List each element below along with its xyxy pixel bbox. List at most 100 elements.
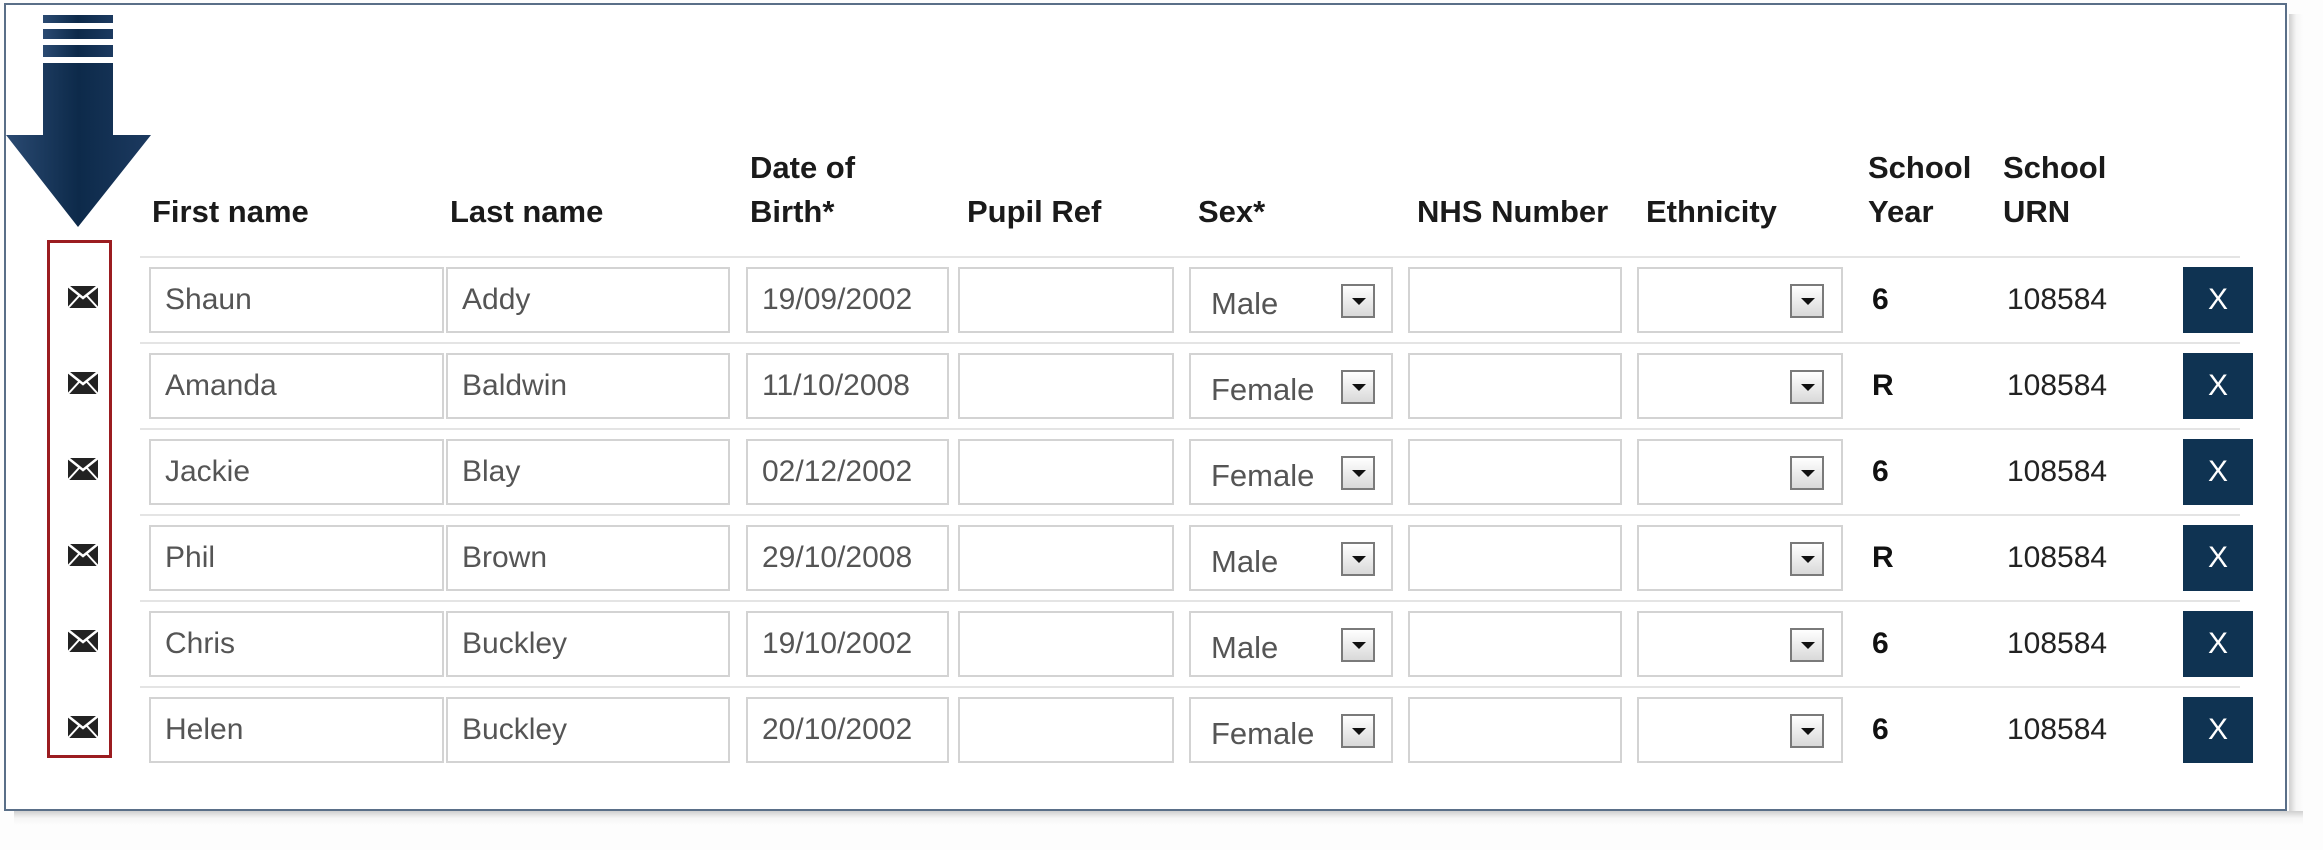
sex-select-value: Female <box>1211 372 1315 407</box>
first-name-field[interactable]: Phil <box>149 525 444 591</box>
school-year-value: R <box>1872 541 1894 574</box>
school-year-value: 6 <box>1872 455 1889 488</box>
nhs-number-field[interactable] <box>1408 697 1622 763</box>
chevron-down-icon[interactable] <box>1790 284 1824 318</box>
chevron-down-icon[interactable] <box>1341 284 1375 318</box>
ethnicity-select[interactable] <box>1637 267 1843 333</box>
ethnicity-select[interactable] <box>1637 611 1843 677</box>
table-row: Phil Brown 29/10/2008 Male R 108584 X <box>40 515 2253 601</box>
last-name-field[interactable]: Buckley <box>446 697 730 763</box>
dob-field[interactable]: 29/10/2008 <box>746 525 949 591</box>
dob-field[interactable]: 11/10/2008 <box>746 353 949 419</box>
last-name-field[interactable]: Blay <box>446 439 730 505</box>
header-school-urn-line2: URN <box>2003 194 2071 229</box>
ethnicity-select[interactable] <box>1637 525 1843 591</box>
email-icon[interactable] <box>67 285 99 309</box>
last-name-field[interactable]: Baldwin <box>446 353 730 419</box>
chevron-down-icon[interactable] <box>1790 542 1824 576</box>
row-divider <box>140 514 2240 516</box>
email-icon[interactable] <box>67 457 99 481</box>
email-icon[interactable] <box>67 543 99 567</box>
remove-row-button[interactable]: X <box>2183 697 2253 763</box>
chevron-down-icon[interactable] <box>1790 628 1824 662</box>
remove-row-button[interactable]: X <box>2183 525 2253 591</box>
pupil-ref-field[interactable] <box>958 353 1174 419</box>
header-sex: Sex* <box>1198 194 1266 229</box>
last-name-field[interactable]: Brown <box>446 525 730 591</box>
last-name-field[interactable]: Buckley <box>446 611 730 677</box>
pupil-ref-field[interactable] <box>958 611 1174 677</box>
first-name-field[interactable]: Shaun <box>149 267 444 333</box>
pupil-ref-field[interactable] <box>958 267 1174 333</box>
table-row: Helen Buckley 20/10/2002 Female 6 108584 X <box>40 687 2253 773</box>
row-divider <box>140 686 2240 688</box>
sex-select[interactable]: Male <box>1189 267 1393 333</box>
header-school-urn-line1: School <box>2003 150 2107 185</box>
nhs-number-field[interactable] <box>1408 353 1622 419</box>
row-divider <box>140 256 2240 258</box>
dob-field[interactable]: 02/12/2002 <box>746 439 949 505</box>
row-divider <box>140 342 2240 344</box>
chevron-down-icon[interactable] <box>1790 714 1824 748</box>
frame-shadow-bottom <box>14 811 2303 825</box>
header-dob-line1: Date of <box>750 150 856 185</box>
dob-field[interactable]: 19/10/2002 <box>746 611 949 677</box>
header-dob-line2: Birth* <box>750 194 835 229</box>
remove-row-button[interactable]: X <box>2183 611 2253 677</box>
ethnicity-select[interactable] <box>1637 697 1843 763</box>
sex-select[interactable]: Male <box>1189 611 1393 677</box>
sex-select[interactable]: Male <box>1189 525 1393 591</box>
chevron-down-icon[interactable] <box>1790 370 1824 404</box>
sex-select-value: Male <box>1211 630 1279 665</box>
header-ethnicity: Ethnicity <box>1646 194 1777 229</box>
last-name-field[interactable]: Addy <box>446 267 730 333</box>
nhs-number-field[interactable] <box>1408 439 1622 505</box>
pupil-ref-field[interactable] <box>958 525 1174 591</box>
sex-select[interactable]: Female <box>1189 697 1393 763</box>
remove-row-button[interactable]: X <box>2183 439 2253 505</box>
remove-row-button[interactable]: X <box>2183 353 2253 419</box>
header-school-year-line2: Year <box>1868 194 1934 229</box>
sex-select[interactable]: Female <box>1189 439 1393 505</box>
header-last-name: Last name <box>450 194 604 229</box>
sex-select[interactable]: Female <box>1189 353 1393 419</box>
nhs-number-field[interactable] <box>1408 525 1622 591</box>
header-nhs-number: NHS Number <box>1417 194 1609 229</box>
first-name-field[interactable]: Amanda <box>149 353 444 419</box>
chevron-down-icon[interactable] <box>1790 456 1824 490</box>
chevron-down-icon[interactable] <box>1341 370 1375 404</box>
first-name-field[interactable]: Chris <box>149 611 444 677</box>
chevron-down-icon[interactable] <box>1341 456 1375 490</box>
email-icon[interactable] <box>67 715 99 739</box>
school-urn-value: 108584 <box>2007 369 2108 402</box>
down-arrow-icon <box>6 15 151 227</box>
school-urn-value: 108584 <box>2007 627 2108 660</box>
sex-select-value: Male <box>1211 286 1279 321</box>
nhs-number-field[interactable] <box>1408 267 1622 333</box>
school-urn-value: 108584 <box>2007 541 2108 574</box>
school-urn-value: 108584 <box>2007 713 2108 746</box>
nhs-number-field[interactable] <box>1408 611 1622 677</box>
email-icon[interactable] <box>67 371 99 395</box>
school-urn-value: 108584 <box>2007 455 2108 488</box>
ethnicity-select[interactable] <box>1637 439 1843 505</box>
first-name-field[interactable]: Helen <box>149 697 444 763</box>
pupil-ref-field[interactable] <box>958 697 1174 763</box>
chevron-down-icon[interactable] <box>1341 542 1375 576</box>
email-icon[interactable] <box>67 629 99 653</box>
table-row: Chris Buckley 19/10/2002 Male 6 108584 X <box>40 601 2253 687</box>
sex-select-value: Male <box>1211 544 1279 579</box>
chevron-down-icon[interactable] <box>1341 714 1375 748</box>
chevron-down-icon[interactable] <box>1341 628 1375 662</box>
pupil-ref-field[interactable] <box>958 439 1174 505</box>
dob-field[interactable]: 19/09/2002 <box>746 267 949 333</box>
table-row: Jackie Blay 02/12/2002 Female 6 108584 X <box>40 429 2253 515</box>
first-name-field[interactable]: Jackie <box>149 439 444 505</box>
school-year-value: 6 <box>1872 713 1889 746</box>
ethnicity-select[interactable] <box>1637 353 1843 419</box>
school-urn-value: 108584 <box>2007 283 2108 316</box>
dob-field[interactable]: 20/10/2002 <box>746 697 949 763</box>
remove-row-button[interactable]: X <box>2183 267 2253 333</box>
school-year-value: 6 <box>1872 283 1889 316</box>
sex-select-value: Female <box>1211 716 1315 751</box>
